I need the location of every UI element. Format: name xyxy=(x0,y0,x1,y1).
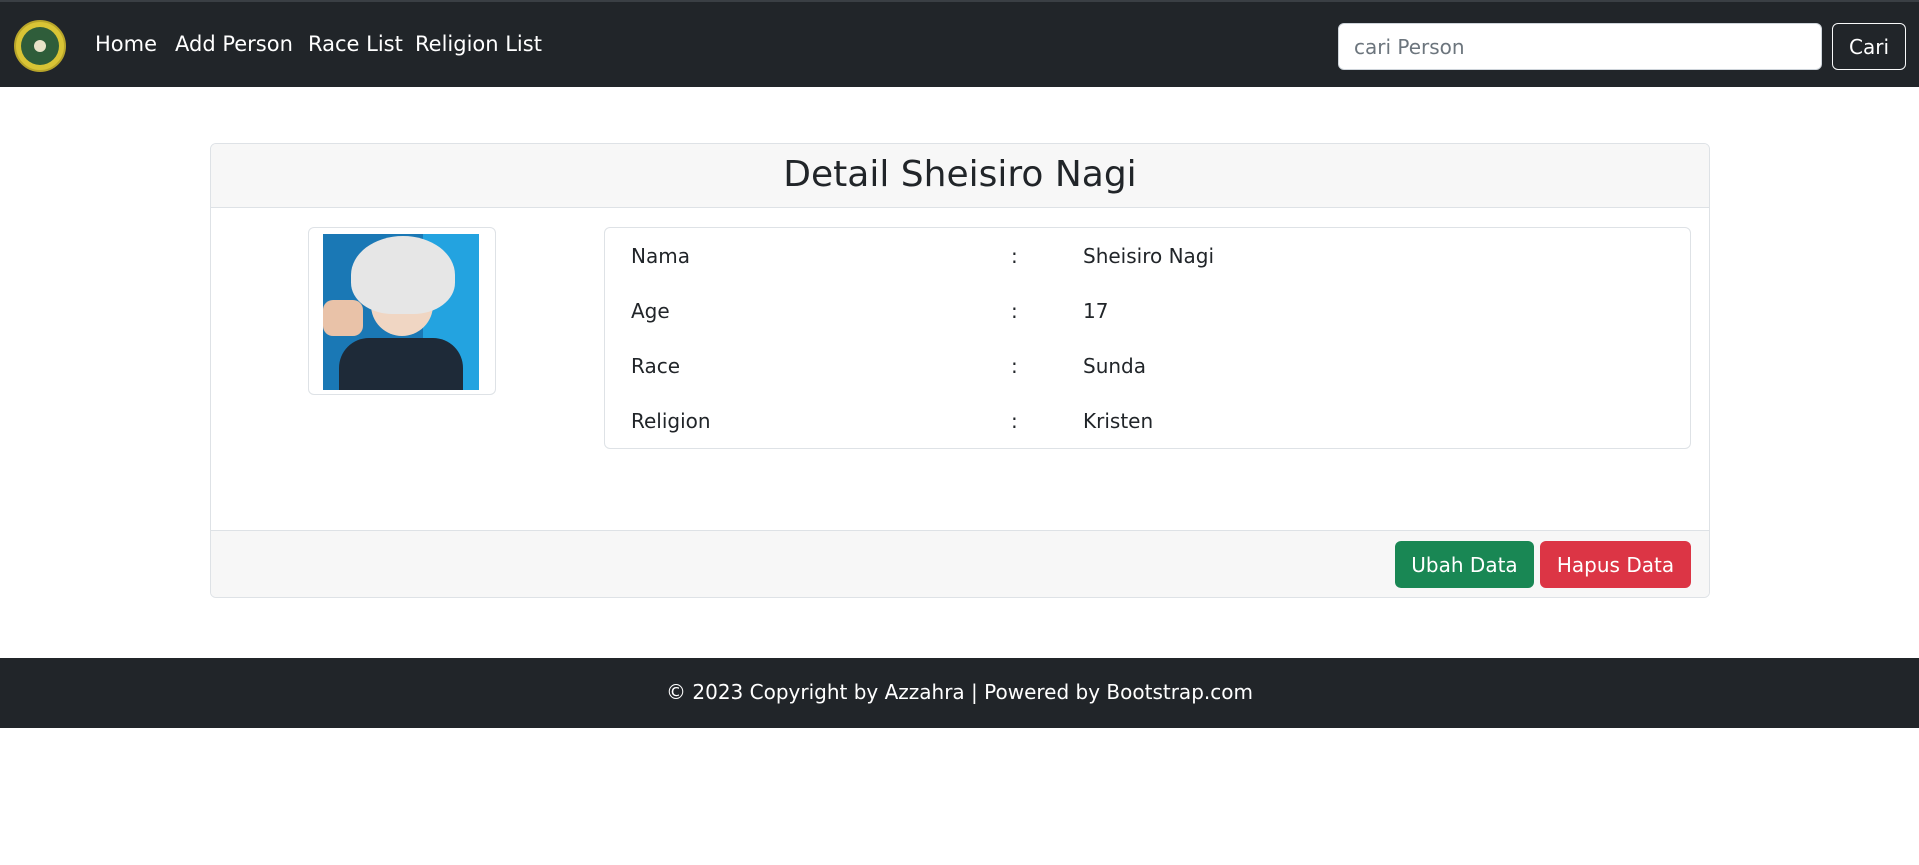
info-row-religion: Religion : Kristen xyxy=(605,401,1690,441)
copyright-text: © 2023 Copyright by Azzahra | Powered by… xyxy=(666,680,1253,704)
logo-core xyxy=(34,40,46,52)
photo-hair xyxy=(351,236,455,314)
search-button[interactable]: Cari xyxy=(1832,23,1906,70)
photo-shirt xyxy=(339,338,463,390)
logo-inner xyxy=(21,27,59,65)
card-header: Detail Sheisiro Nagi xyxy=(211,144,1709,208)
photo-arm xyxy=(323,300,363,336)
nav-religion-list-link[interactable]: Religion List xyxy=(415,32,542,56)
nav-race-list-link[interactable]: Race List xyxy=(308,32,403,56)
info-label: Race xyxy=(631,354,681,378)
person-detail-card: Detail Sheisiro Nagi Nama : Sheisiro Nag… xyxy=(210,143,1710,598)
info-value: Sunda xyxy=(1083,354,1146,378)
delete-data-button[interactable]: Hapus Data xyxy=(1540,541,1691,588)
person-info-table: Nama : Sheisiro Nagi Age : 17 Race : Sun… xyxy=(604,227,1691,449)
nav-add-person-link[interactable]: Add Person xyxy=(175,32,293,56)
search-input[interactable] xyxy=(1338,23,1822,70)
info-separator: : xyxy=(1011,409,1018,433)
info-label: Religion xyxy=(631,409,711,433)
info-value: Sheisiro Nagi xyxy=(1083,244,1215,268)
info-separator: : xyxy=(1011,299,1018,323)
person-photo xyxy=(323,234,479,390)
info-row-age: Age : 17 xyxy=(605,291,1690,331)
info-label: Nama xyxy=(631,244,690,268)
page-title: Detail Sheisiro Nagi xyxy=(783,154,1137,195)
info-separator: : xyxy=(1011,354,1018,378)
page-footer: © 2023 Copyright by Azzahra | Powered by… xyxy=(0,658,1919,728)
info-value: Kristen xyxy=(1083,409,1154,433)
info-label: Age xyxy=(631,299,670,323)
person-photo-frame xyxy=(308,227,496,395)
info-value: 17 xyxy=(1083,299,1109,323)
info-row-race: Race : Sunda xyxy=(605,346,1690,386)
card-footer: Ubah Data Hapus Data xyxy=(211,530,1709,597)
info-row-nama: Nama : Sheisiro Nagi xyxy=(605,236,1690,276)
brand-logo-icon[interactable] xyxy=(14,20,66,72)
nav-home-link[interactable]: Home xyxy=(95,32,157,56)
edit-data-button[interactable]: Ubah Data xyxy=(1395,541,1534,588)
top-navbar: Home Add Person Race List Religion List … xyxy=(0,0,1919,87)
info-separator: : xyxy=(1011,244,1018,268)
